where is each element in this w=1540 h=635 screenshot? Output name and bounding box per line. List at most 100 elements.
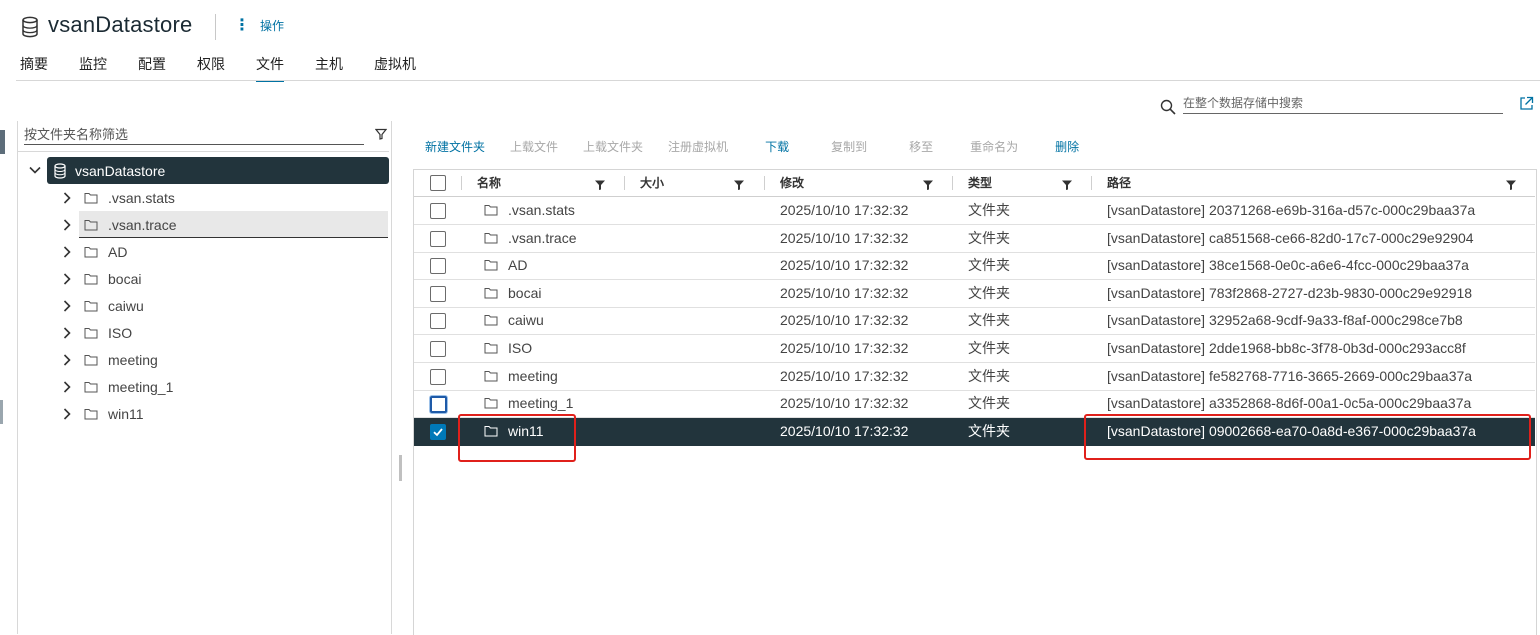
cell-modified: 2025/10/10 17:32:32	[780, 395, 909, 411]
tree-item-label: bocai	[108, 270, 142, 287]
tab-files[interactable]: 文件	[256, 54, 284, 82]
row-checkbox[interactable]	[430, 203, 446, 219]
table-row[interactable]: .vsan.stats 2025/10/10 17:32:32 文件夹 [vsanDa…	[414, 197, 1535, 225]
actions-label: 操作	[260, 19, 285, 33]
cell-modified: 2025/10/10 17:32:32	[780, 368, 909, 384]
column-header-path[interactable]: 路径	[1107, 170, 1131, 196]
filter-icon[interactable]	[1062, 180, 1072, 190]
folder-icon	[484, 343, 498, 354]
tree-item-label: caiwu	[108, 297, 144, 314]
filter-icon[interactable]	[1506, 180, 1516, 190]
chevron-right-icon[interactable]	[60, 326, 74, 340]
cell-name: AD	[508, 257, 528, 273]
tree-item-folder[interactable]: .vsan.trace	[60, 211, 388, 238]
row-checkbox[interactable]	[430, 313, 446, 329]
table-row[interactable]: ISO 2025/10/10 17:32:32 文件夹 [vsanDatastore]…	[414, 335, 1535, 363]
folder-icon	[84, 327, 98, 338]
folder-icon	[484, 371, 498, 382]
chevron-right-icon[interactable]	[60, 272, 74, 286]
chevron-right-icon[interactable]	[60, 380, 74, 394]
tab-hosts[interactable]: 主机	[315, 54, 343, 80]
column-header-modified[interactable]: 修改	[780, 170, 804, 196]
column-header-size[interactable]: 大小	[640, 170, 664, 196]
column-header-name[interactable]: 名称	[477, 170, 501, 196]
tree-item-folder[interactable]: bocai	[60, 265, 388, 292]
tab-monitor[interactable]: 监控	[79, 54, 107, 80]
actions-menu-button[interactable]: ⋮ 操作	[234, 17, 284, 34]
tree-item-folder[interactable]: ISO	[60, 319, 388, 346]
move-to-button[interactable]: 移至	[909, 138, 933, 155]
cell-modified: 2025/10/10 17:32:32	[780, 257, 909, 273]
tab-bar: 摘要 监控 配置 权限 文件 主机 虚拟机	[20, 54, 447, 82]
filter-icon[interactable]	[595, 180, 605, 190]
chevron-right-icon[interactable]	[60, 353, 74, 367]
edge-mark	[0, 400, 3, 424]
folder-icon	[84, 219, 98, 230]
kebab-icon: ⋮	[234, 16, 250, 34]
tree-item-label: meeting	[108, 351, 158, 368]
filter-icon[interactable]	[923, 180, 933, 190]
folder-filter-input[interactable]	[24, 124, 364, 145]
rename-button[interactable]: 重命名为	[970, 138, 1018, 155]
row-checkbox[interactable]	[430, 424, 446, 440]
folder-icon	[484, 315, 498, 326]
tree-item-folder[interactable]: meeting_1	[60, 373, 388, 400]
tab-permissions[interactable]: 权限	[197, 54, 225, 80]
cell-modified: 2025/10/10 17:32:32	[780, 423, 909, 439]
external-link-icon[interactable]	[1519, 96, 1534, 111]
column-header-type[interactable]: 类型	[968, 170, 992, 196]
datastore-icon	[22, 16, 38, 38]
cell-type: 文件夹	[968, 230, 1010, 246]
table-row[interactable]: meeting 2025/10/10 17:32:32 文件夹 [vsanDatast…	[414, 363, 1535, 391]
cell-name: meeting	[508, 368, 558, 384]
row-checkbox[interactable]	[430, 231, 446, 247]
upload-folder-button[interactable]: 上载文件夹	[583, 138, 643, 155]
datastore-search-input[interactable]	[1183, 93, 1503, 114]
tree-item-folder[interactable]: AD	[60, 238, 388, 265]
tree-root-label: vsanDatastore	[75, 162, 166, 179]
new-folder-button[interactable]: 新建文件夹	[425, 138, 485, 155]
chevron-down-icon[interactable]	[28, 163, 42, 177]
annotation-highlight-path	[1084, 414, 1531, 460]
table-row[interactable]: caiwu 2025/10/10 17:32:32 文件夹 [vsanDatastor…	[414, 307, 1535, 335]
table-row[interactable]: AD 2025/10/10 17:32:32 文件夹 [vsanDatastore] …	[414, 252, 1535, 280]
tree-item-folder[interactable]: win11	[60, 400, 388, 427]
tree-root-vsandatastore[interactable]: vsanDatastore	[47, 157, 389, 184]
row-checkbox[interactable]	[430, 396, 447, 413]
row-checkbox[interactable]	[430, 258, 446, 274]
cell-path: [vsanDatastore] fe582768-7716-3665-2669-…	[1107, 368, 1473, 384]
row-checkbox[interactable]	[430, 341, 446, 357]
cell-type: 文件夹	[968, 285, 1010, 301]
tree-item-label: AD	[108, 243, 128, 260]
tree-item-folder[interactable]: meeting	[60, 346, 388, 373]
chevron-right-icon[interactable]	[60, 407, 74, 421]
chevron-right-icon[interactable]	[60, 191, 74, 205]
row-checkbox[interactable]	[430, 286, 446, 302]
chevron-right-icon[interactable]	[60, 299, 74, 313]
tree-item-folder[interactable]: caiwu	[60, 292, 388, 319]
table-row[interactable]: .vsan.trace 2025/10/10 17:32:32 文件夹 [vsanDa…	[414, 225, 1535, 253]
filter-icon[interactable]	[734, 180, 744, 190]
download-button[interactable]: 下载	[765, 138, 789, 155]
page-title: vsanDatastore	[48, 12, 193, 37]
tab-summary[interactable]: 摘要	[20, 54, 48, 80]
tree-item-folder[interactable]: .vsan.stats	[60, 184, 388, 211]
tab-vms[interactable]: 虚拟机	[374, 54, 416, 80]
filter-icon[interactable]	[375, 128, 387, 140]
folder-icon	[84, 354, 98, 365]
table-row[interactable]: bocai 2025/10/10 17:32:32 文件夹 [vsanDatastor…	[414, 280, 1535, 308]
row-checkbox[interactable]	[430, 369, 446, 385]
delete-button[interactable]: 删除	[1055, 138, 1079, 155]
chevron-right-icon[interactable]	[60, 218, 74, 232]
cell-path: [vsanDatastore] 783f2868-2727-d23b-9830-…	[1107, 285, 1473, 301]
cell-path: [vsanDatastore] 32952a68-9cdf-9a33-f8af-…	[1107, 312, 1463, 328]
register-vm-button[interactable]: 注册虚拟机	[668, 138, 728, 155]
upload-file-button[interactable]: 上载文件	[510, 138, 558, 155]
left-edge	[0, 0, 6, 634]
tab-configure[interactable]: 配置	[138, 54, 166, 80]
datastore-icon	[54, 162, 66, 179]
select-all-checkbox[interactable]	[430, 175, 446, 191]
chevron-right-icon[interactable]	[60, 245, 74, 259]
panel-resize-handle[interactable]	[399, 455, 402, 481]
copy-to-button[interactable]: 复制到	[831, 138, 867, 155]
